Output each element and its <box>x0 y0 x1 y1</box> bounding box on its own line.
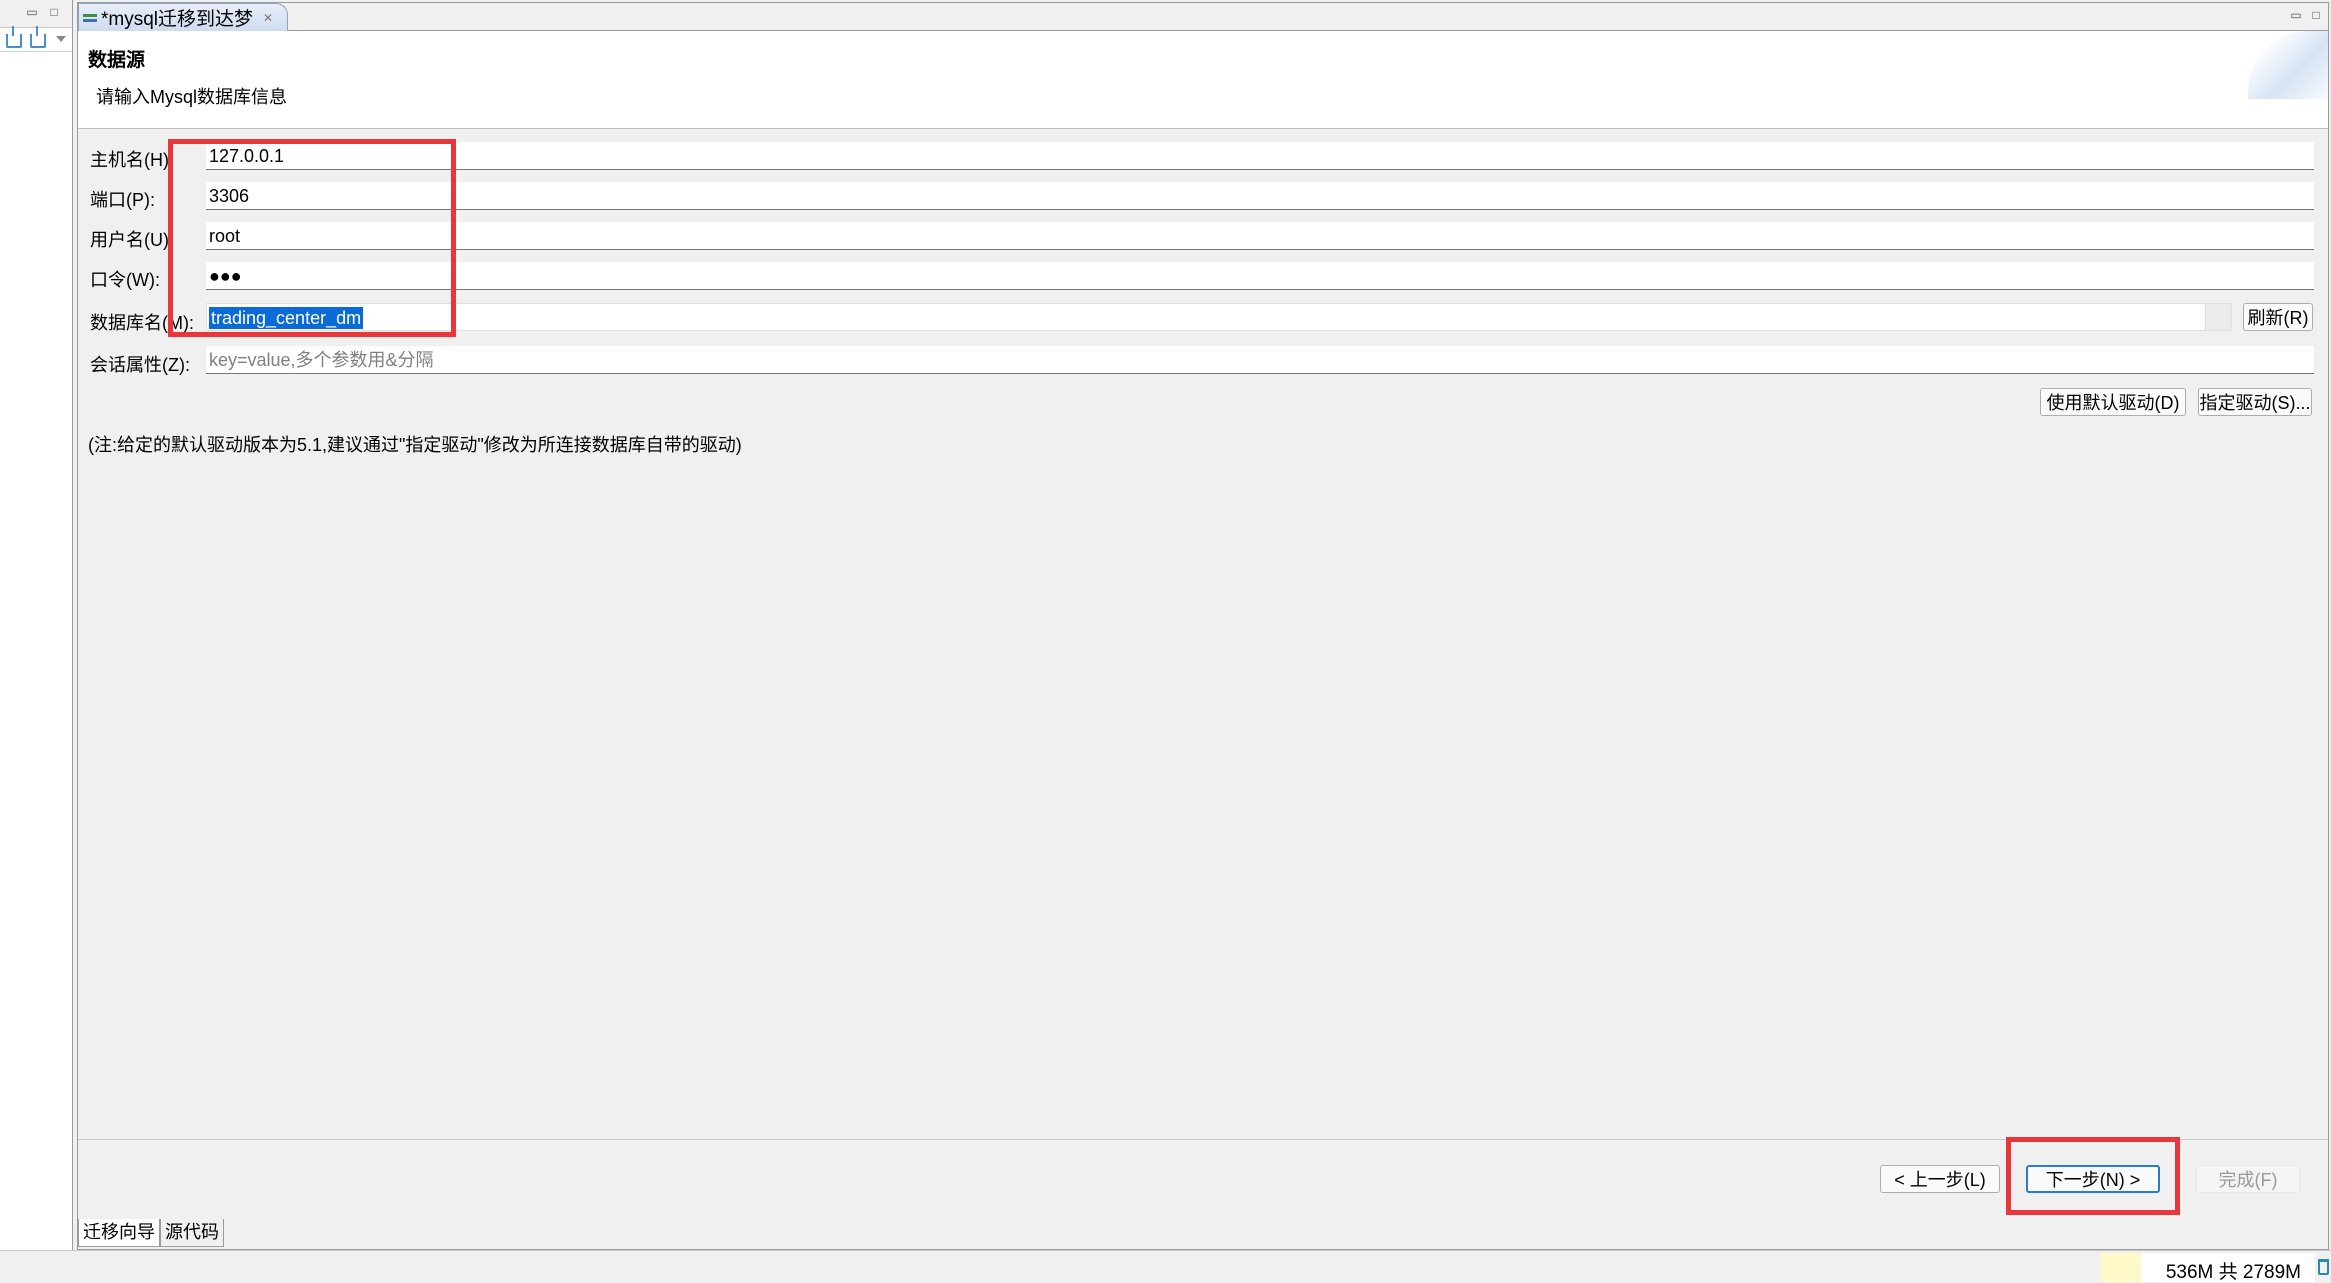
dropdown-arrow-icon[interactable] <box>2205 304 2231 330</box>
migration-icon <box>83 12 97 24</box>
wizard-banner-image <box>2248 31 2328 99</box>
minimize-icon[interactable]: ▭ <box>2290 9 2302 21</box>
editor-tab-label: *mysql迁移到达梦 <box>101 9 254 30</box>
tab-migration-wizard[interactable]: 迁移向导 <box>78 1219 160 1247</box>
heap-usage-bar <box>2100 1253 2141 1282</box>
close-icon[interactable]: ✕ <box>263 11 273 25</box>
heap-status-text: 536M 共 2789M <box>2165 1262 2301 1283</box>
specify-driver-button[interactable]: 指定驱动(S)... <box>2198 388 2312 416</box>
host-field[interactable]: 127.0.0.1 <box>206 142 2314 170</box>
page-description: 请输入Mysql数据库信息 <box>96 87 288 107</box>
back-button[interactable]: < 上一步(L) <box>1880 1165 2000 1193</box>
next-button[interactable]: 下一步(N) > <box>2026 1165 2160 1193</box>
session-properties-label: 会话属性(Z): <box>90 355 190 375</box>
left-panel-header: ▭ □ <box>0 0 72 28</box>
heap-status[interactable]: 536M 共 2789M <box>2100 1253 2315 1283</box>
username-label: 用户名(U): <box>90 230 174 250</box>
editor-tab[interactable]: *mysql迁移到达梦 ✕ <box>78 3 288 31</box>
password-label: 口令(W): <box>90 270 160 290</box>
default-driver-button[interactable]: 使用默认驱动(D) <box>2040 388 2186 416</box>
password-field[interactable]: ●●● <box>206 262 2314 290</box>
database-selected-value: trading_center_dm <box>209 307 364 329</box>
port-field[interactable]: 3306 <box>206 182 2314 210</box>
migration-editor: *mysql迁移到达梦 ✕ ▭ □ 数据源 请输入Mysql数据库信息 主机名(… <box>77 2 2329 1250</box>
driver-note: (注:给定的默认驱动版本为5.1,建议通过"指定驱动"修改为所连接数据库自带的驱… <box>88 435 742 455</box>
left-panel: ▭ □ <box>0 0 73 1250</box>
session-properties-field[interactable]: key=value,多个参数用&分隔 <box>206 346 2314 374</box>
username-field[interactable]: root <box>206 222 2314 250</box>
port-label: 端口(P): <box>90 190 155 210</box>
maximize-icon[interactable]: □ <box>2310 9 2322 21</box>
database-select[interactable]: trading_center_dm <box>206 303 2232 331</box>
database-label: 数据库名(M): <box>90 313 194 333</box>
view-menu-icon[interactable] <box>56 36 66 42</box>
garbage-collect-icon[interactable] <box>2318 1259 2329 1275</box>
bottom-tab-bar: 迁移向导 源代码 <box>78 1219 224 1249</box>
minimize-icon[interactable]: ▭ <box>26 6 38 18</box>
divider <box>78 1139 2328 1140</box>
import-icon[interactable] <box>6 26 22 48</box>
export-icon[interactable] <box>30 26 46 48</box>
finish-button: 完成(F) <box>2196 1165 2300 1193</box>
refresh-button[interactable]: 刷新(R) <box>2243 303 2313 331</box>
left-panel-toolbar <box>0 26 72 52</box>
status-bar: 536M 共 2789M <box>0 1250 2331 1283</box>
maximize-icon[interactable]: □ <box>48 6 60 18</box>
page-title: 数据源 <box>88 50 146 71</box>
wizard-header: 数据源 请输入Mysql数据库信息 <box>78 31 2328 129</box>
tab-source-code[interactable]: 源代码 <box>160 1219 224 1247</box>
host-label: 主机名(H): <box>90 150 174 170</box>
editor-tab-strip: *mysql迁移到达梦 ✕ ▭ □ <box>78 3 2328 31</box>
